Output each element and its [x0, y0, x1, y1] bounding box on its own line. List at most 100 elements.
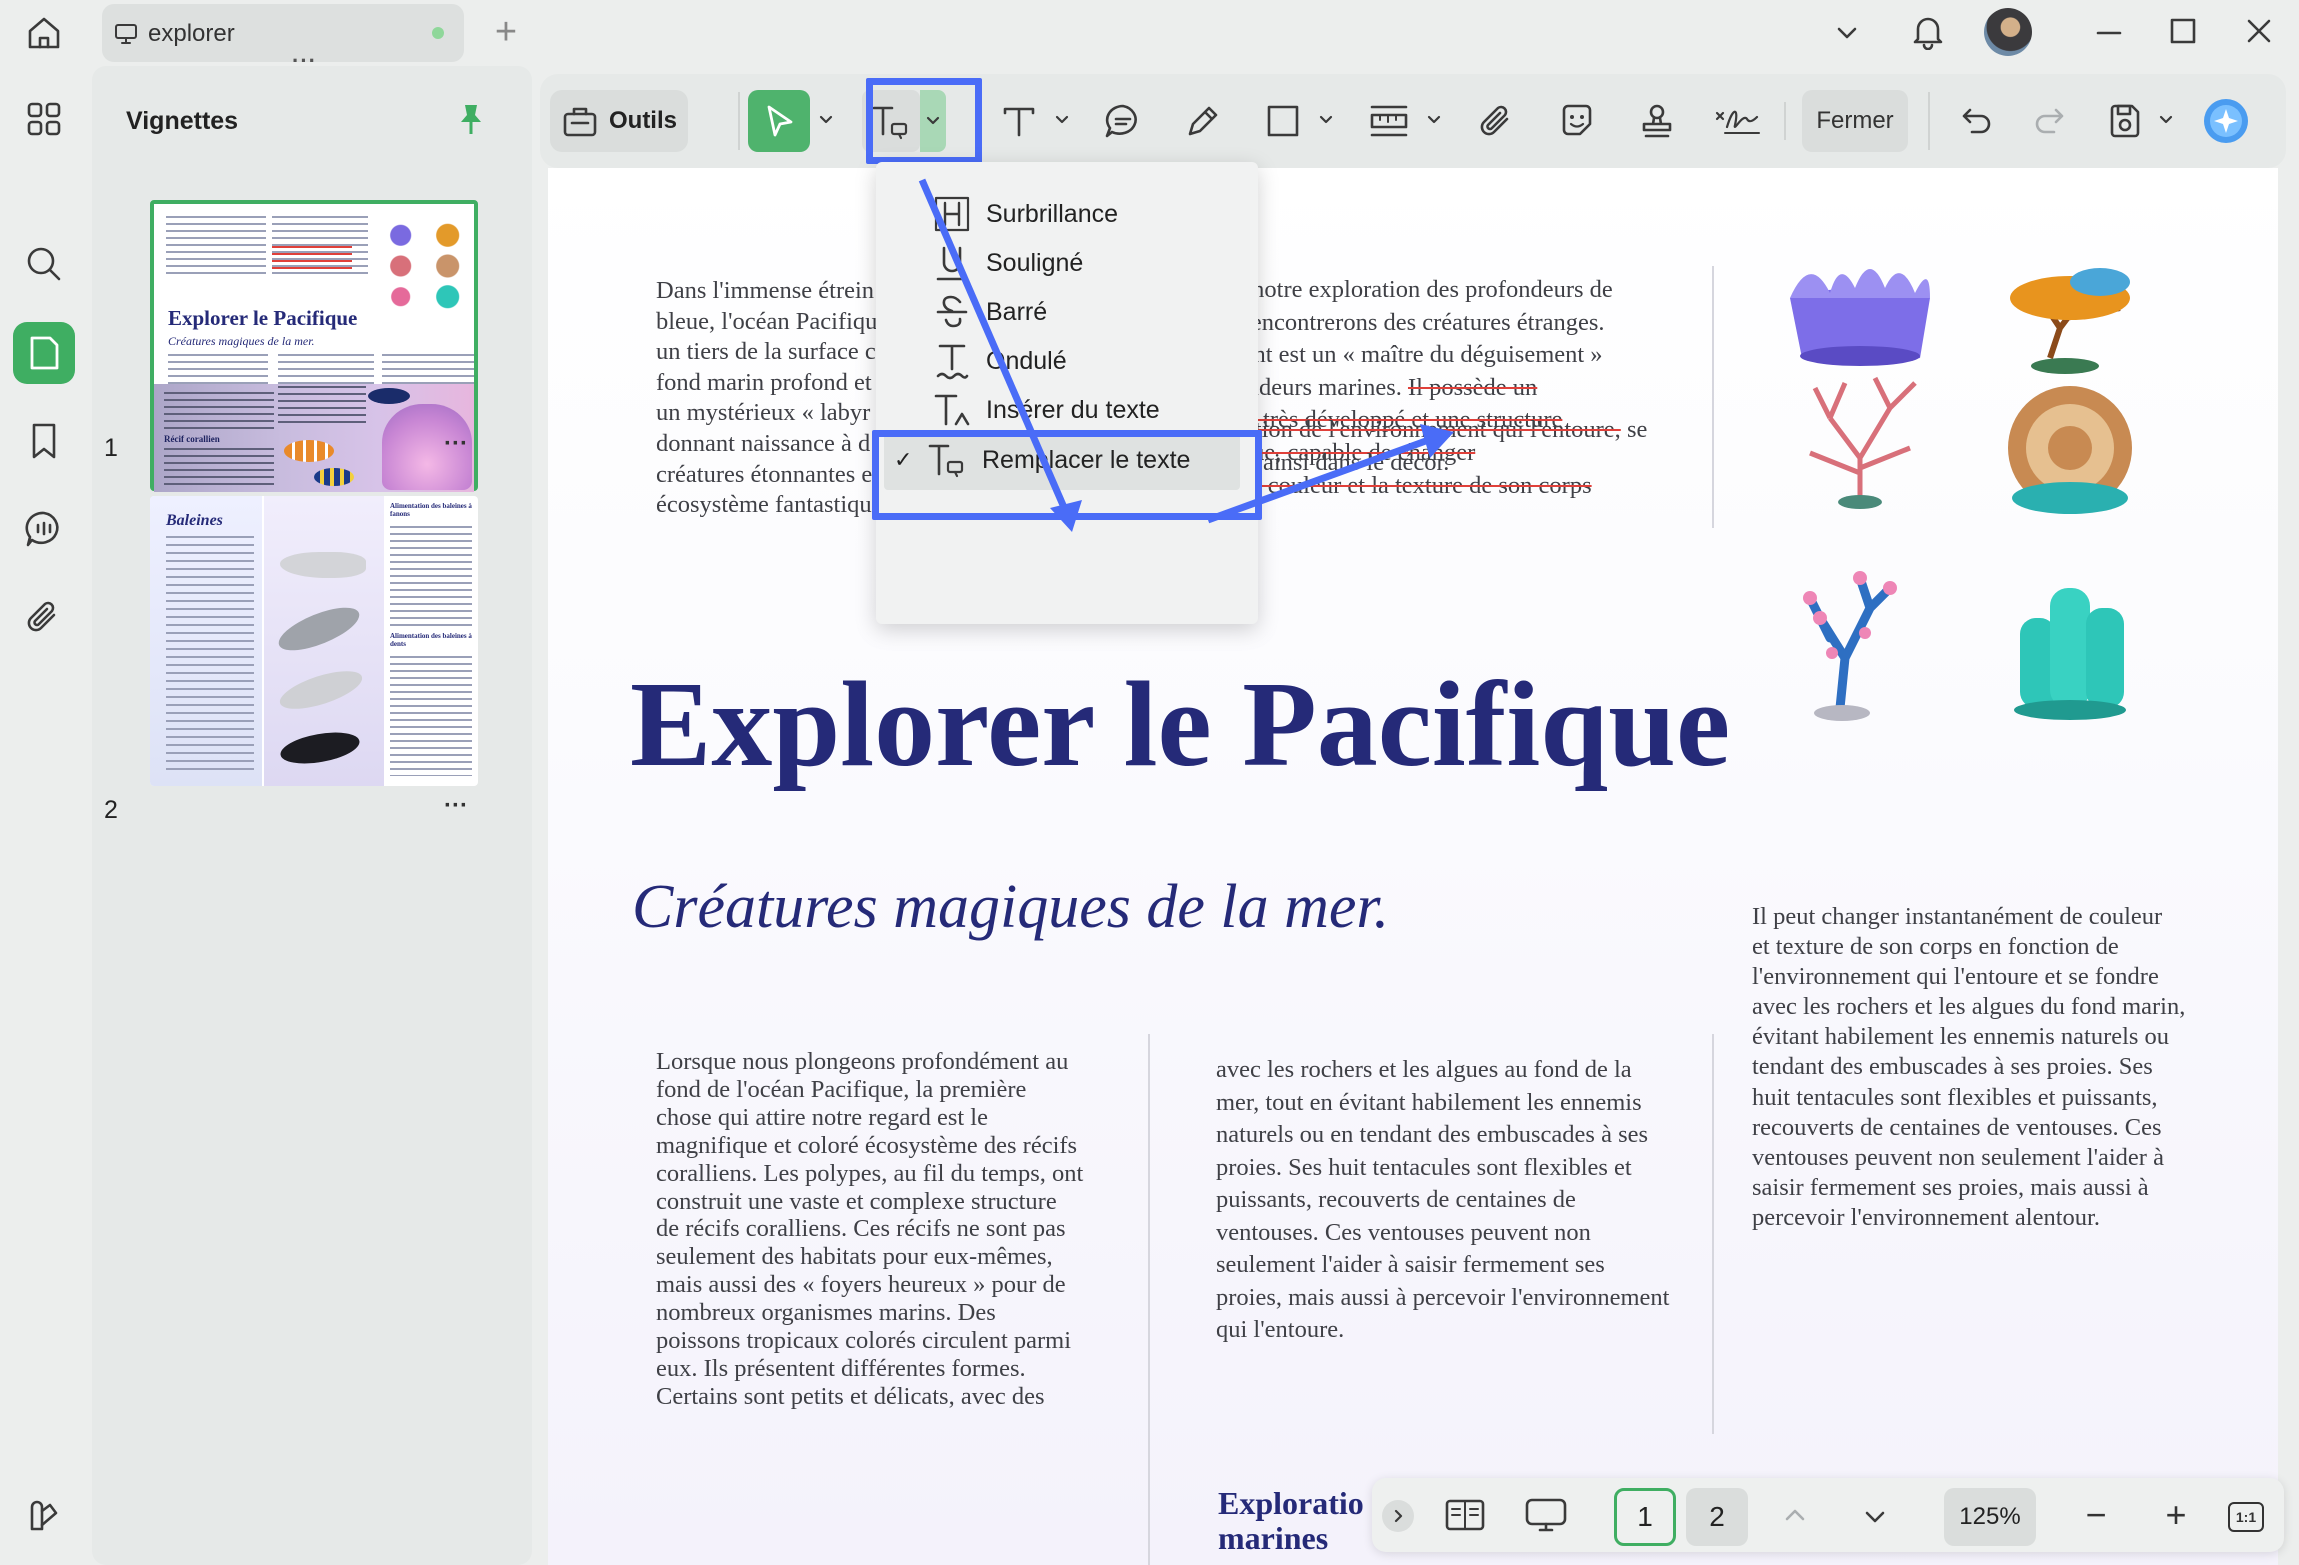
chevron-down-icon[interactable] [1424, 110, 1444, 130]
page-button-1[interactable]: 1 [1614, 1488, 1676, 1546]
theme-button[interactable] [13, 1484, 75, 1546]
highlight-frame [866, 78, 982, 164]
page-thumbnail-2[interactable]: Baleines Alimentation des baleines à fan… [150, 496, 478, 786]
close-icon[interactable] [2244, 16, 2274, 46]
avatar[interactable] [1984, 8, 2032, 56]
column-divider [1712, 266, 1714, 528]
attachments-button[interactable] [13, 586, 75, 648]
top-left-paragraph: Dans l'immense étrein bleue, l'océan Paci… [656, 277, 878, 519]
thumb-title: Explorer le Pacifique [168, 306, 358, 330]
search-icon [27, 247, 61, 281]
theme-icon [30, 1500, 58, 1531]
thumb-lower-section: Récif corallien [154, 384, 474, 492]
reading-mode-icon[interactable] [1444, 1496, 1486, 1534]
stamp-tool-button[interactable] [1628, 90, 1686, 152]
chevron-down-icon[interactable] [816, 110, 836, 130]
paperclip-icon [27, 601, 56, 632]
new-tab-button[interactable]: + [488, 10, 524, 54]
thumbnails-button[interactable] [13, 322, 75, 384]
maximize-icon[interactable] [2168, 16, 2198, 46]
page-button-2[interactable]: 2 [1686, 1488, 1748, 1546]
chevron-down-icon[interactable] [1860, 1502, 1890, 1532]
comment-icon [1105, 104, 1137, 138]
document-page[interactable]: Dans l'immense étrein bleue, l'océan Paci… [548, 168, 2278, 1565]
document-tab[interactable]: explorer [102, 4, 464, 62]
thumbnail-panel: ··· Vignettes Explorer le Pacifique Créa… [92, 48, 532, 1565]
shape-tool-button[interactable] [1254, 90, 1312, 152]
thumb-fish [284, 440, 334, 462]
text-tool-button[interactable] [990, 90, 1048, 152]
pin-icon[interactable] [456, 102, 486, 136]
body-column-1: Lorsque nous plongeons profondément au fo… [656, 1048, 1084, 1410]
chevron-down-icon[interactable] [1316, 110, 1336, 130]
chevron-down-icon[interactable] [1052, 110, 1072, 130]
thumb2-heading-2: Alimentation des baleines à dents [390, 632, 472, 648]
toolbar-divider [1784, 102, 1786, 140]
body-column-3: Il peut changer instantanément de couleu… [1752, 903, 2186, 1231]
tab-status-dot [432, 27, 444, 39]
signature-tool-button[interactable] [1706, 90, 1768, 152]
chevron-right-icon [1394, 1509, 1403, 1523]
presentation-icon[interactable] [1524, 1496, 1568, 1536]
monitor-icon [115, 24, 137, 44]
tools-label: Outils [608, 107, 677, 134]
bell-icon[interactable] [1910, 12, 1946, 50]
collapse-bar-button[interactable] [1382, 1500, 1414, 1532]
ruler-icon [1370, 105, 1408, 137]
select-tool-button[interactable] [748, 90, 810, 152]
stamp-icon [1642, 104, 1672, 138]
strikethrough-icon [936, 295, 968, 328]
comment-icon [25, 511, 59, 547]
thumb-recif-heading: Récif corallien [164, 434, 220, 444]
redo-button[interactable] [2024, 90, 2074, 152]
home-icon [28, 17, 60, 49]
left-navigation [0, 66, 88, 1565]
zoom-level[interactable]: 125% [1944, 1488, 2036, 1546]
apps-button[interactable] [13, 88, 75, 150]
pink-coral [1803, 571, 1897, 721]
close-markup-button[interactable]: Fermer [1802, 90, 1908, 152]
tools-button[interactable]: Outils [550, 90, 688, 152]
panel-title: Vignettes [126, 107, 239, 135]
document-title: Explorer le Pacifique [630, 657, 1731, 792]
minimize-icon[interactable] [2094, 18, 2124, 48]
thumb-text-block [164, 448, 274, 486]
column-divider [1148, 1034, 1150, 1565]
sticker-tool-button[interactable] [1548, 90, 1606, 152]
panel-resize-handle[interactable]: ··· [292, 48, 317, 74]
page-options-2[interactable]: ··· [444, 792, 468, 820]
ai-assistant-icon [2204, 99, 2248, 143]
chevron-down-icon[interactable] [2156, 110, 2176, 130]
chevron-down-icon[interactable] [1832, 18, 1862, 48]
zoom-in-button[interactable]: + [2152, 1490, 2200, 1540]
bookmarks-button[interactable] [13, 410, 75, 472]
column-divider [1712, 1034, 1714, 1434]
undo-button[interactable] [1952, 90, 2002, 152]
pen-tool-button[interactable] [1174, 90, 1232, 152]
paperclip-icon [1480, 105, 1509, 136]
comments-button[interactable] [13, 498, 75, 560]
page-number-1: 1 [104, 434, 118, 462]
chevron-up-icon[interactable] [1780, 1500, 1810, 1530]
home-button[interactable] [16, 8, 72, 58]
ai-assistant-button[interactable] [2196, 90, 2256, 152]
main-toolbar: Outils Fermer [540, 74, 2286, 168]
actual-size-button[interactable]: 1:1 [2228, 1502, 2264, 1532]
page-navigation-bar: 1 2 125% − + 1:1 [1372, 1478, 2284, 1552]
page-options-1[interactable]: ··· [444, 430, 468, 458]
insert-text-icon [934, 394, 970, 426]
zoom-out-button[interactable]: − [2072, 1490, 2120, 1540]
search-button[interactable] [13, 233, 75, 295]
measure-tool-button[interactable] [1358, 90, 1420, 152]
grid-icon [27, 102, 61, 136]
thumb-text-block [390, 656, 472, 776]
sticker-icon [1562, 104, 1592, 136]
teal-tube-coral [2014, 588, 2126, 720]
signature-icon [1715, 110, 1760, 134]
thumb-text-block [278, 386, 366, 426]
thumb-subtitle: Créatures magiques de la mer. [168, 334, 315, 348]
square-icon [1267, 105, 1299, 137]
comment-tool-button[interactable] [1094, 90, 1152, 152]
save-button[interactable] [2100, 90, 2150, 152]
attach-tool-button[interactable] [1468, 90, 1526, 152]
